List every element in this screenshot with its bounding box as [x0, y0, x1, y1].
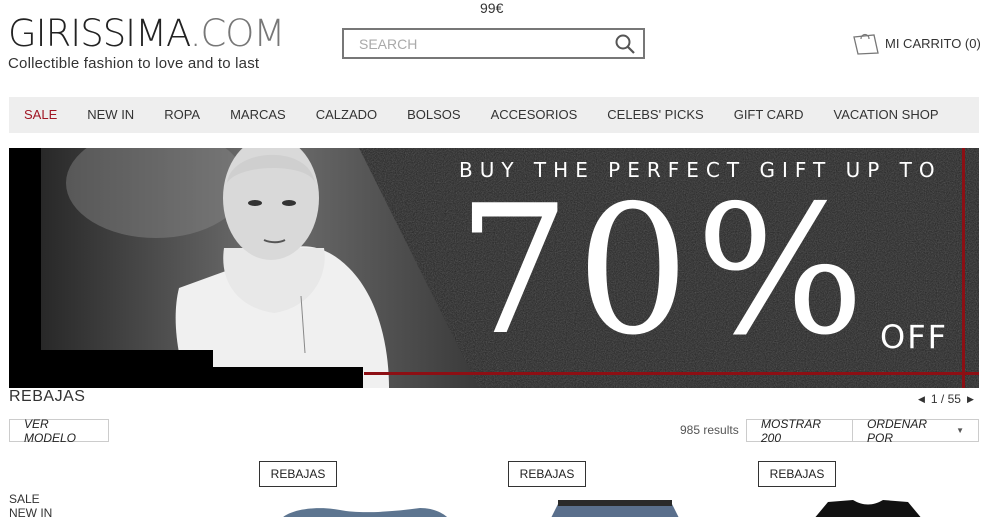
logo-wordmark: GIRISSIMA.COM [8, 12, 286, 55]
nav-item-vacation-shop[interactable]: VACATION SHOP [819, 97, 954, 133]
site-logo[interactable]: GIRISSIMA.COM Collectible fashion to lov… [8, 12, 286, 73]
logo-main: GIRISSIMA [8, 12, 191, 55]
banner-frame-bottom [41, 350, 213, 388]
prev-page-icon[interactable]: ◀ [918, 394, 925, 405]
pagination: ◀ 1 / 55 ▶ [918, 392, 974, 406]
sidebar-item-new-in[interactable]: NEW IN [9, 506, 52, 517]
product-image[interactable] [808, 496, 928, 517]
logo-domain: .COM [189, 12, 286, 55]
search-icon[interactable] [613, 32, 637, 56]
banner-red-line-horizontal [364, 372, 979, 375]
view-model-button[interactable]: VER MODELO [9, 416, 109, 445]
show-200-label: MOSTRAR 200 [761, 416, 821, 445]
logo-tagline: Collectible fashion to love and to last [8, 55, 260, 72]
nav-item-new-in[interactable]: NEW IN [72, 97, 149, 133]
search-bar [342, 28, 645, 59]
search-input[interactable] [344, 30, 613, 57]
cart-link[interactable]: MI CARRITO (0) [852, 31, 981, 55]
nav-item-celebs-picks[interactable]: CELEBS' PICKS [592, 97, 718, 133]
product-image[interactable] [280, 496, 450, 517]
show-200-button[interactable]: MOSTRAR 200 [746, 416, 853, 445]
nav-item-sale[interactable]: SALE [9, 97, 72, 133]
view-model-label: VER MODELO [24, 416, 77, 445]
shopping-bag-icon [853, 33, 879, 55]
nav-item-gift-card[interactable]: GIFT CARD [719, 97, 819, 133]
sale-badge: REBAJAS [758, 461, 836, 487]
banner-frame-bottom-2 [213, 367, 363, 388]
nav-item-ropa[interactable]: ROPA [149, 97, 215, 133]
cart-label: MI CARRITO (0) [885, 35, 981, 51]
section-title: REBAJAS [9, 388, 86, 405]
banner-off-label: OFF [880, 318, 948, 356]
promo-banner[interactable]: BUY THE PERFECT GIFT UP TO 70% OFF [9, 148, 979, 388]
sale-badge: REBAJAS [259, 461, 337, 487]
main-nav: SALE NEW IN ROPA MARCAS CALZADO BOLSOS A… [9, 97, 979, 133]
banner-red-line-vertical [962, 148, 965, 388]
sort-dropdown[interactable]: ORDENAR POR ▼ [852, 416, 979, 445]
banner-discount: 70% [457, 167, 871, 374]
nav-item-calzado[interactable]: CALZADO [301, 97, 392, 133]
filter-bar: VER MODELO 985 results MOSTRAR 200 ORDEN… [9, 416, 979, 445]
sale-badge: REBAJAS [508, 461, 586, 487]
chevron-down-icon: ▼ [956, 426, 964, 435]
results-count: 985 results [680, 423, 739, 437]
top-price-text: 99€ [480, 0, 504, 16]
banner-frame-left [9, 148, 41, 388]
product-image[interactable] [540, 496, 690, 517]
sidebar-item-sale[interactable]: SALE [9, 492, 52, 506]
nav-item-accesorios[interactable]: ACCESORIOS [476, 97, 593, 133]
page-indicator: 1 / 55 [930, 392, 961, 406]
sidebar-filters: SALE NEW IN [9, 492, 52, 517]
nav-item-marcas[interactable]: MARCAS [215, 97, 301, 133]
sort-label: ORDENAR POR [867, 416, 928, 445]
next-page-icon[interactable]: ▶ [967, 394, 974, 405]
nav-item-bolsos[interactable]: BOLSOS [392, 97, 475, 133]
